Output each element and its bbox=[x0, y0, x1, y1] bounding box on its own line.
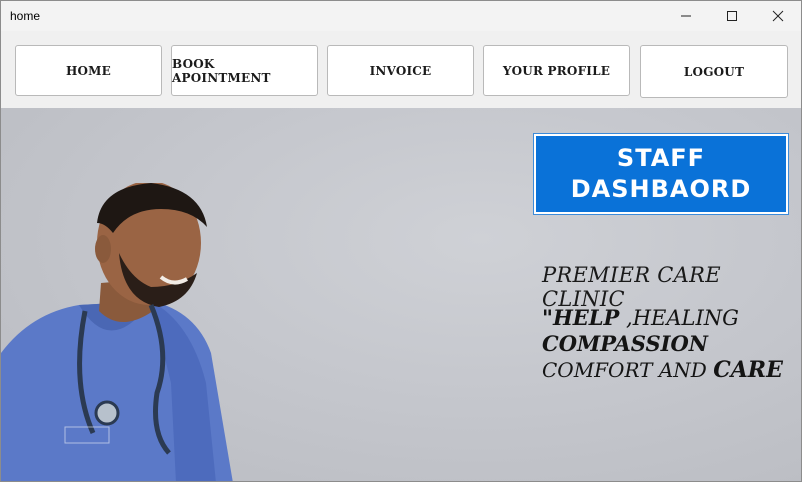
motto-compassion: COMPASSION bbox=[542, 331, 708, 356]
nav-profile-button[interactable]: YOUR PROFILE bbox=[483, 45, 630, 96]
close-button[interactable] bbox=[755, 1, 801, 31]
nav-book-appointment-button[interactable]: BOOK APOINTMENT bbox=[171, 45, 318, 96]
main-content: STAFF DASHBAORD PREMIER CARE CLINIC "HEL… bbox=[1, 108, 801, 481]
title-bar: home bbox=[1, 1, 801, 31]
motto-healing: ,HEALING bbox=[619, 306, 739, 330]
clinic-name: PREMIER CARE CLINIC bbox=[542, 263, 721, 311]
maximize-button[interactable] bbox=[709, 1, 755, 31]
close-icon bbox=[772, 10, 784, 22]
app-window: home HOME BOOK APOINTMENT INVOICE YOUR P… bbox=[0, 0, 802, 482]
nav-invoice-button[interactable]: INVOICE bbox=[327, 45, 474, 96]
motto-care: CARE bbox=[713, 357, 783, 383]
nav-home-button[interactable]: HOME bbox=[15, 45, 162, 96]
nav-bar: HOME BOOK APOINTMENT INVOICE YOUR PROFIL… bbox=[1, 31, 801, 108]
window-title: home bbox=[10, 9, 41, 23]
doctor-photo bbox=[1, 183, 233, 481]
maximize-icon bbox=[727, 11, 737, 21]
staff-dashboard-button[interactable]: STAFF DASHBAORD bbox=[533, 133, 789, 215]
minimize-button[interactable] bbox=[663, 1, 709, 31]
motto-comfort: COMFORT AND bbox=[542, 358, 714, 382]
motto-help: "HELP bbox=[542, 305, 620, 330]
nav-logout-button[interactable]: LOGOUT bbox=[640, 45, 788, 98]
clinic-motto: "HELP ,HEALING COMPASSION COMFORT AND CA… bbox=[542, 305, 783, 383]
minimize-icon bbox=[681, 15, 691, 17]
